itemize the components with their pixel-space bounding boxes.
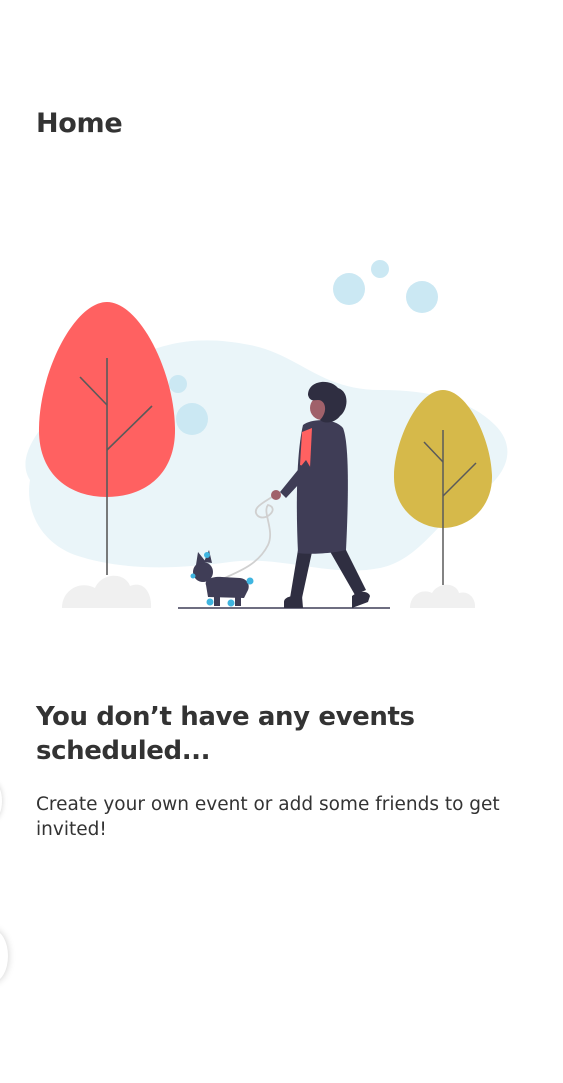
bubble xyxy=(333,273,365,305)
page-title: Home xyxy=(36,108,123,139)
bubble xyxy=(371,260,389,278)
empty-state-heading: You don’t have any events scheduled... xyxy=(36,702,415,766)
walking-dog-illustration xyxy=(25,260,508,609)
bush xyxy=(410,584,476,608)
bubble xyxy=(406,281,438,313)
edge-drawer-handle[interactable] xyxy=(0,783,2,819)
bubble xyxy=(169,375,187,393)
bubble xyxy=(176,403,208,435)
empty-state-message: Create your own event or add some friend… xyxy=(36,794,500,840)
floating-action-button[interactable] xyxy=(0,930,8,982)
bush xyxy=(62,575,152,608)
